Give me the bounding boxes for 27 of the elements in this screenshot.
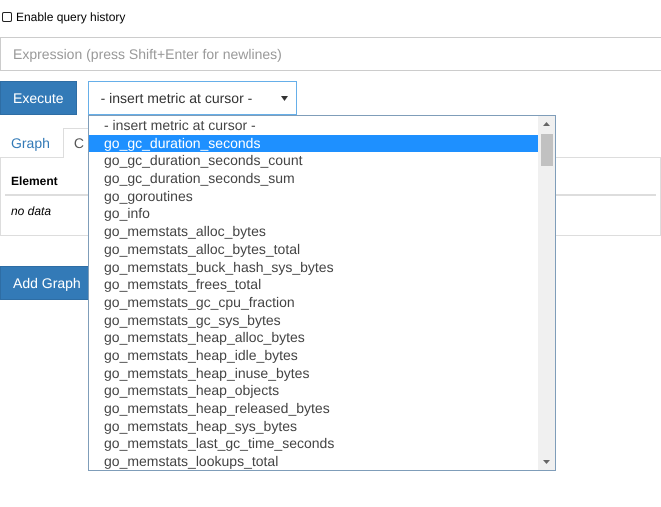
dropdown-option[interactable]: go_goroutines: [89, 188, 538, 206]
scroll-thumb[interactable]: [540, 134, 552, 166]
dropdown-option[interactable]: go_memstats_heap_released_bytes: [89, 400, 538, 418]
dropdown-option[interactable]: go_gc_duration_seconds_sum: [89, 170, 538, 188]
dropdown-option[interactable]: go_memstats_heap_alloc_bytes: [89, 329, 538, 347]
scroll-down-icon[interactable]: [543, 458, 550, 466]
checkbox[interactable]: [2, 12, 12, 22]
tab[interactable]: Graph: [0, 128, 61, 157]
expression-field[interactable]: Expression (press Shift+Enter for newlines): [0, 37, 661, 71]
dropdown-option[interactable]: go_info: [89, 205, 538, 224]
dropdown-option[interactable]: go_memstats_lookups_total: [89, 453, 538, 471]
dropdown-option[interactable]: go_memstats_last_gc_time_seconds: [89, 435, 538, 454]
dropdown-option[interactable]: go_memstats_alloc_bytes: [89, 223, 538, 241]
caret-icon: [280, 96, 288, 100]
dropdown-option[interactable]: go_memstats_heap_objects: [89, 382, 538, 400]
execute-button[interactable]: Execute: [0, 81, 77, 115]
empty-text: no data: [11, 204, 52, 218]
column-header: Element: [11, 174, 58, 188]
dropdown-option[interactable]: go_memstats_alloc_bytes_total: [89, 240, 538, 258]
dropdown-option[interactable]: go_memstats_heap_idle_bytes: [89, 346, 538, 365]
dropdown-option[interactable]: go_memstats_heap_sys_bytes: [89, 418, 538, 436]
checkbox-label[interactable]: Enable query history: [16, 10, 126, 24]
scroll-up-icon[interactable]: [543, 120, 550, 128]
dropdown-option[interactable]: go_memstats_heap_inuse_bytes: [89, 364, 538, 382]
metric-select[interactable]: - insert metric at cursor -: [88, 81, 297, 115]
scrollbar[interactable]: [538, 116, 555, 470]
dropdown-option[interactable]: go_memstats_gc_sys_bytes: [89, 312, 538, 330]
